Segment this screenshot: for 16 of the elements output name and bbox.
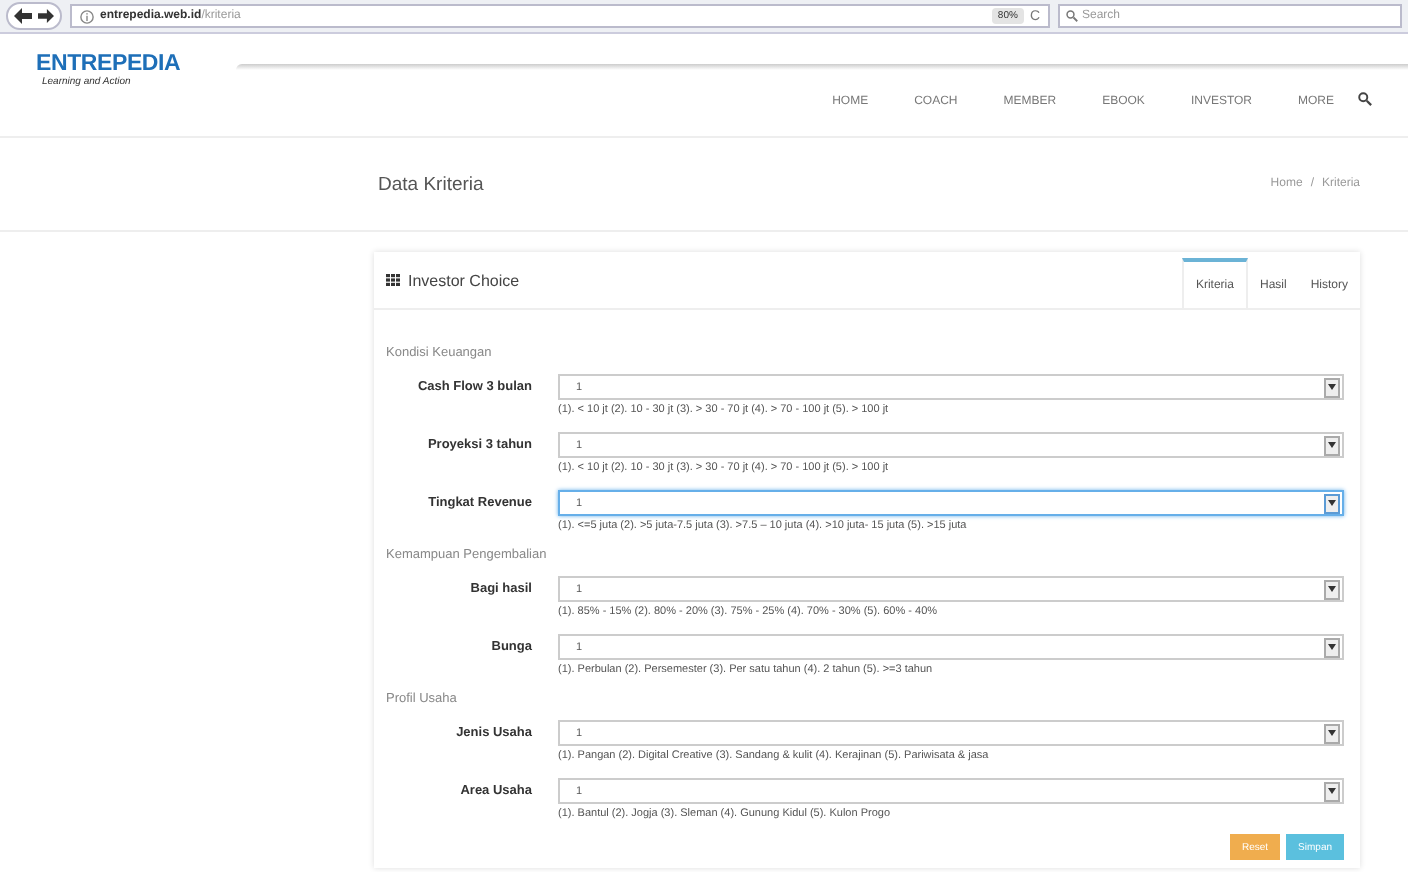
caret-icon (1328, 730, 1336, 736)
caret-icon (1328, 586, 1336, 592)
forward-arrow-icon[interactable] (38, 8, 54, 24)
caret-icon (1328, 788, 1336, 794)
page-title: Data Kriteria (378, 173, 484, 195)
caret-icon (1328, 384, 1336, 390)
search-icon[interactable] (1358, 91, 1372, 105)
caret-icon (1328, 644, 1336, 650)
info-icon[interactable] (80, 9, 94, 23)
site-logo[interactable]: ENTREPEDIA (36, 52, 216, 76)
grid-icon (386, 274, 400, 286)
search-icon (1066, 10, 1078, 22)
caret-icon (1328, 442, 1336, 448)
caret-icon (1328, 500, 1336, 506)
card-title: Investor Choice (408, 271, 520, 289)
back-arrow-icon[interactable] (14, 8, 32, 24)
